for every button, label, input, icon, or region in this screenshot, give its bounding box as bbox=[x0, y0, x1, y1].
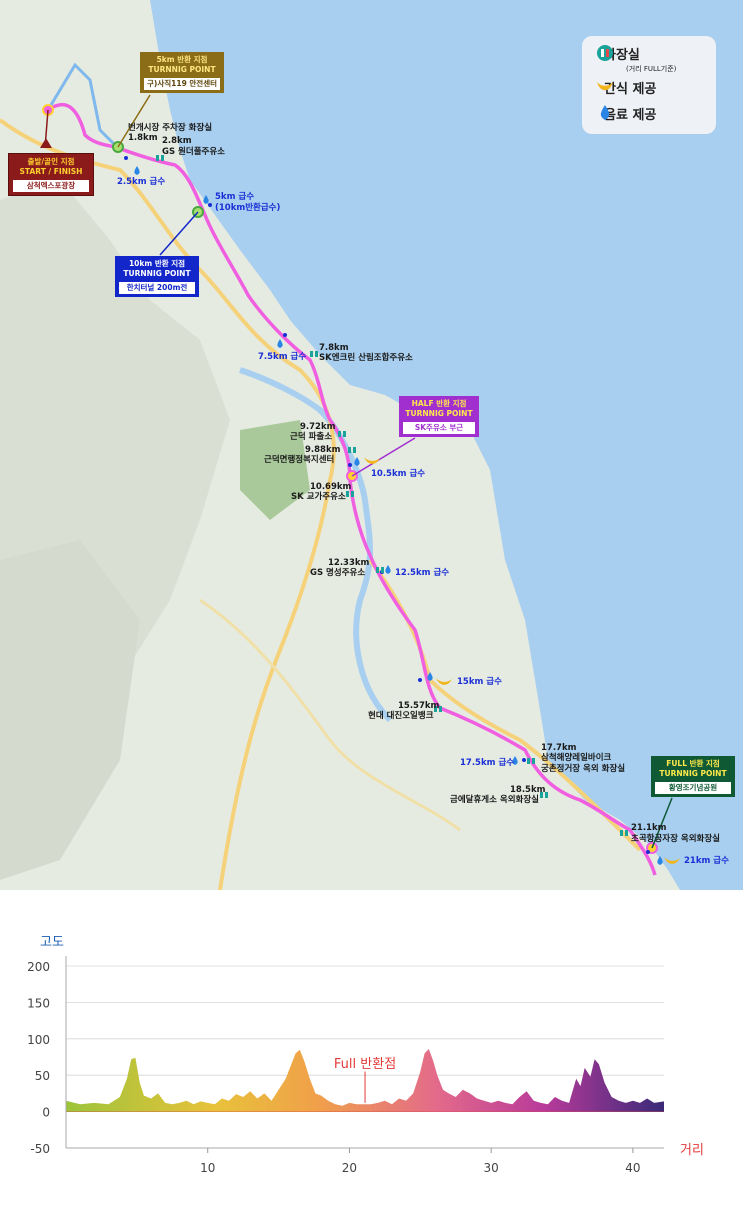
label-1-8-km: 1.8km bbox=[128, 133, 158, 143]
y-axis-label: 고도 bbox=[40, 935, 64, 950]
label-12-33-name: GS 명성주유소 bbox=[310, 568, 366, 578]
turn-full-label-1: FULL 반환 지점 bbox=[666, 759, 720, 768]
turn-10k-box: 10km 반환 지점 TURNNIG POINT 한치터널 200m전 bbox=[115, 256, 199, 297]
start-label-2: START / FINISH bbox=[19, 167, 83, 176]
turn-full-place: 황영조기념공원 bbox=[655, 782, 731, 794]
x-tick-label: 20 bbox=[342, 1161, 357, 1175]
start-place: 삼척엑스포광장 bbox=[13, 180, 89, 192]
label-7-5-water: 7.5km 급수 bbox=[258, 352, 307, 362]
turn-5k-place: 구)사직119 안전센터 bbox=[144, 78, 220, 90]
turn-10k-label-2: TURNNIG POINT bbox=[123, 269, 191, 278]
label-2-8-km: 2.8km bbox=[162, 136, 192, 146]
y-tick-label: 100 bbox=[27, 1033, 50, 1047]
label-18-5-name: 금에달휴게소 옥외화장실 bbox=[450, 795, 539, 805]
label-21-1-km: 21.1km bbox=[631, 823, 667, 833]
turn-5k-label-2: TURNNIG POINT bbox=[148, 65, 216, 74]
y-tick-label: 200 bbox=[27, 960, 50, 974]
label-21-1-name: 초곡항공자장 옥외화장실 bbox=[631, 834, 720, 844]
label-7-8-name: SK엔크린 산림조합주유소 bbox=[319, 353, 413, 363]
label-17-5-water: 17.5km 급수 bbox=[460, 758, 515, 768]
x-tick-label: 10 bbox=[200, 1161, 215, 1175]
water-drop-icon bbox=[600, 105, 610, 120]
label-9-88-name: 근덕면행정복지센터 bbox=[264, 455, 335, 465]
label-2-5-water: 2.5km 급수 bbox=[117, 177, 166, 187]
y-tick-label: -50 bbox=[30, 1142, 50, 1156]
turn-half-place: SK주유소 부근 bbox=[403, 422, 475, 434]
label-10-5-water: 10.5km 급수 bbox=[371, 469, 426, 479]
label-5-water: 5km 급수 bbox=[215, 192, 255, 202]
label-10-69-name: SK 교가주유소 bbox=[291, 492, 346, 502]
turn-half-box: HALF 반환 지점 TURNNIG POINT SK주유소 부근 bbox=[399, 396, 479, 437]
label-5-water-note: (10km반환급수) bbox=[215, 203, 281, 213]
turn-5k-box: 5km 반환 지점 TURNNIG POINT 구)사직119 안전센터 bbox=[140, 52, 224, 93]
turn-half-label-2: TURNNIG POINT bbox=[405, 409, 473, 418]
label-15-water: 15km 급수 bbox=[457, 677, 502, 687]
label-17-7-restroom: 궁촌정거장 옥외 화장실 bbox=[541, 764, 626, 774]
y-tick-label: 150 bbox=[27, 996, 50, 1010]
turn-full-box: FULL 반환 지점 TURNNIG POINT 황영조기념공원 bbox=[651, 756, 735, 797]
turn-half-label-1: HALF 반환 지점 bbox=[411, 399, 467, 408]
x-tick-label: 30 bbox=[484, 1161, 499, 1175]
label-2-8-name: GS 원더풀주유소 bbox=[162, 147, 225, 157]
label-15-57-name: 현대 대진오일뱅크 bbox=[368, 711, 434, 721]
label-12-5-water: 12.5km 급수 bbox=[395, 568, 450, 578]
elevation-chart-svg: -50 0 50 100 150 200 10 20 30 40 고도거리 Full 반환점 bbox=[27, 935, 704, 1175]
start-finish-box: 출발/골인 지점 START / FINISH 삼척엑스포광장 bbox=[8, 153, 94, 196]
restroom-icon bbox=[597, 45, 613, 61]
label-9-72-name: 근덕 파출소 bbox=[290, 432, 333, 442]
x-axis-label: 거리 bbox=[680, 1143, 704, 1158]
course-map: 출발/골인 지점 START / FINISH 삼척엑스포광장 5km 반환 지… bbox=[0, 0, 743, 890]
elevation-chart: -50 0 50 100 150 200 10 20 30 40 고도거리 Full 반환점 bbox=[0, 890, 743, 1201]
turn-full-label-2: TURNNIG POINT bbox=[659, 769, 727, 778]
turn-10k-label-1: 10km 반환 지점 bbox=[128, 259, 186, 268]
y-tick-label: 0 bbox=[42, 1106, 50, 1120]
turnaround-annotation: Full 반환점 bbox=[334, 1057, 396, 1072]
turn-5k-label-1: 5km 반환 지점 bbox=[156, 55, 208, 64]
label-21-water: 21km 급수 bbox=[684, 856, 729, 866]
start-label-1: 출발/골인 지점 bbox=[27, 157, 75, 166]
label-17-7-place: 삼척해양레일바이크 bbox=[541, 753, 612, 763]
y-tick-label: 50 bbox=[35, 1069, 50, 1083]
legend-restroom-note: (거리 FULL기준) bbox=[626, 65, 677, 73]
turn-10k-place: 한치터널 200m전 bbox=[119, 282, 195, 294]
map-legend: 화장실 (거리 FULL기준) 간식 제공 음료 제공 bbox=[582, 36, 716, 134]
x-tick-label: 40 bbox=[625, 1161, 640, 1175]
banana-icon bbox=[597, 82, 613, 91]
